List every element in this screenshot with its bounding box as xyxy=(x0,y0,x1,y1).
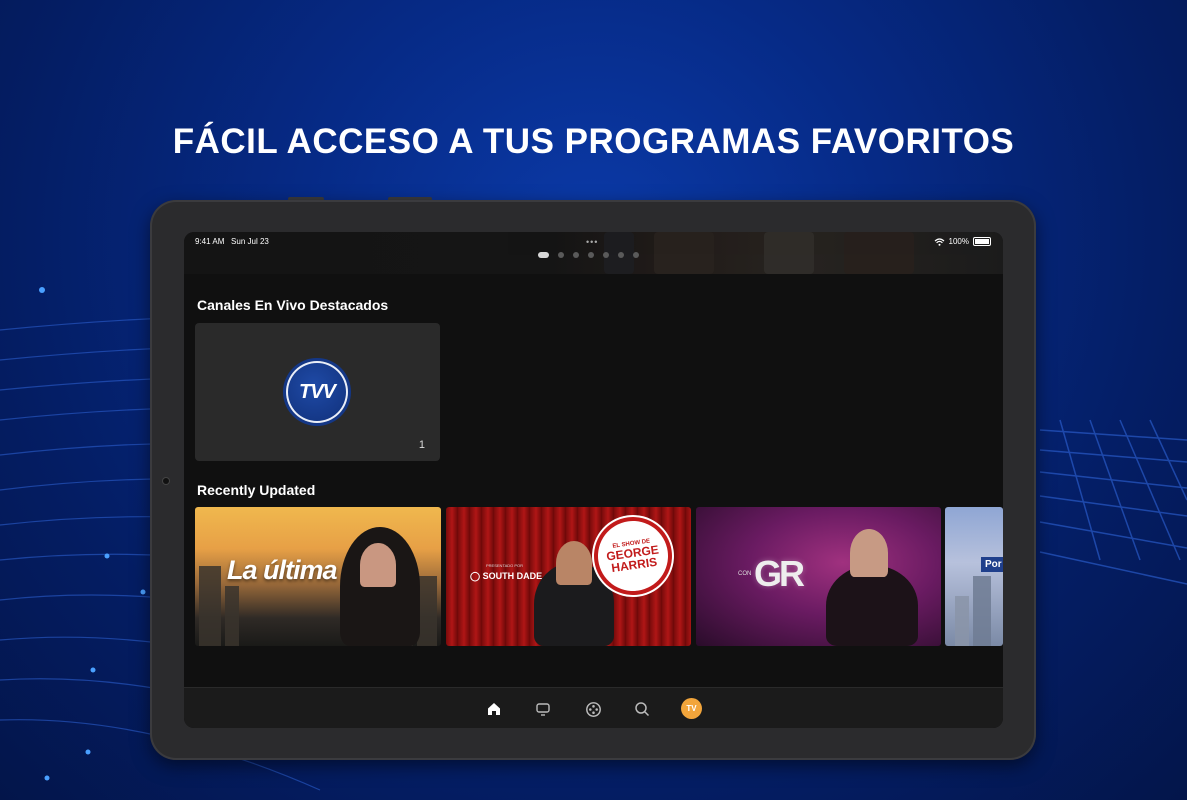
bottom-tab-bar: TV xyxy=(184,687,1003,728)
tvv-logo: TVV xyxy=(286,361,348,423)
status-time: 9:41 AM xyxy=(195,237,225,246)
battery-icon xyxy=(973,237,991,246)
gr-prefix: CON xyxy=(738,571,752,577)
pager-dot[interactable] xyxy=(603,252,609,258)
sponsor-caption: PRESENTADO POR xyxy=(486,563,524,568)
film-reel-icon xyxy=(585,701,601,717)
pager-dot[interactable] xyxy=(633,252,639,258)
channel-number: 1 xyxy=(418,439,425,451)
sponsor-logo: ◯ SOUTH DADE xyxy=(470,571,543,581)
city-skyline xyxy=(417,576,437,646)
profile-avatar[interactable]: TV xyxy=(681,698,702,719)
pager-dot[interactable] xyxy=(573,252,579,258)
city-skyline xyxy=(955,596,969,646)
front-camera xyxy=(163,478,169,484)
city-skyline xyxy=(199,566,221,646)
city-skyline xyxy=(973,576,991,646)
multitask-dots-icon[interactable]: ••• xyxy=(586,237,598,247)
pager-dot[interactable] xyxy=(618,252,624,258)
live-section-title: Canales En Vivo Destacados xyxy=(197,297,389,313)
host-face xyxy=(360,543,396,587)
show-thumbnail-partial[interactable]: Por xyxy=(945,507,1003,646)
show-title-la-ultima: La última xyxy=(227,555,338,585)
show-thumbnail-con-gr[interactable]: CON GR xyxy=(696,507,941,646)
home-icon xyxy=(488,703,500,715)
host-face xyxy=(556,541,592,585)
hero-person xyxy=(654,232,714,274)
status-date: Sun Jul 23 xyxy=(231,237,269,246)
battery-percent: 100% xyxy=(948,237,969,246)
pager-dot[interactable] xyxy=(538,252,549,258)
recent-section-title: Recently Updated xyxy=(197,482,316,498)
status-indicators: 100% xyxy=(934,237,991,246)
app-screen: 9:41 AM Sun Jul 23 ••• 100% Canales En V… xyxy=(184,232,1003,728)
status-time-date: 9:41 AM Sun Jul 23 xyxy=(195,237,269,246)
headline: FÁCIL ACCESO A TUS PROGRAMAS FAVORITOS xyxy=(172,122,1015,161)
show-thumbnail-george-harris[interactable]: PRESENTADO POR ◯ SOUTH DADE EL SHOW DE G… xyxy=(446,507,691,646)
hero-pager[interactable] xyxy=(538,252,639,258)
pager-dot[interactable] xyxy=(588,252,594,258)
pager-dot[interactable] xyxy=(558,252,564,258)
tv-icon xyxy=(536,703,550,716)
host-portrait xyxy=(826,565,918,646)
hero-person xyxy=(764,232,814,274)
sponsor-name: SOUTH DADE xyxy=(482,571,543,581)
show-thumbnail-la-ultima[interactable]: La última xyxy=(195,507,441,646)
live-channel-card[interactable]: TVV 1 xyxy=(195,323,440,461)
show-tag: Por xyxy=(981,557,1003,572)
home-tab[interactable] xyxy=(484,699,504,719)
search-tab[interactable] xyxy=(632,699,652,719)
hero-person xyxy=(844,232,914,274)
city-skyline xyxy=(225,586,239,646)
wifi-icon xyxy=(934,237,944,246)
gr-logo: GR xyxy=(754,553,805,594)
host-face xyxy=(850,529,888,577)
search-icon xyxy=(635,702,650,717)
live-tv-tab[interactable] xyxy=(533,699,553,719)
on-demand-tab[interactable] xyxy=(583,699,603,719)
